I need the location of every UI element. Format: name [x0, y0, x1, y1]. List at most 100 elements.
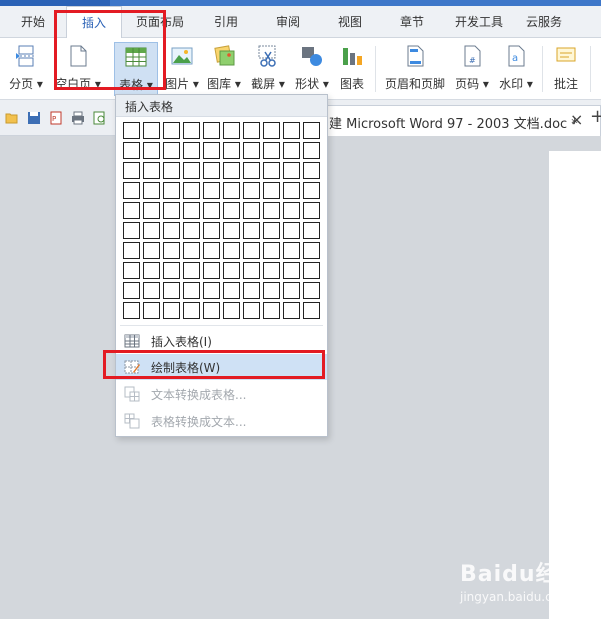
grid-cell[interactable]: [303, 162, 320, 179]
grid-cell[interactable]: [243, 162, 260, 179]
grid-cell[interactable]: [203, 162, 220, 179]
grid-cell[interactable]: [123, 202, 140, 219]
grid-cell[interactable]: [303, 142, 320, 159]
menu-item-table-to-text[interactable]: 表格转换成文本...: [116, 408, 327, 434]
grid-cell[interactable]: [163, 182, 180, 199]
comment-button[interactable]: 批注: [548, 42, 584, 96]
grid-cell[interactable]: [143, 222, 160, 239]
grid-cell[interactable]: [243, 222, 260, 239]
grid-cell[interactable]: [243, 122, 260, 139]
grid-cell[interactable]: [163, 302, 180, 319]
save-icon[interactable]: [27, 111, 41, 125]
grid-cell[interactable]: [263, 262, 280, 279]
grid-cell[interactable]: [223, 282, 240, 299]
print-icon[interactable]: [71, 111, 85, 125]
tab-review[interactable]: 审阅: [264, 6, 312, 38]
grid-cell[interactable]: [263, 302, 280, 319]
export-pdf-icon[interactable]: P: [49, 111, 63, 125]
tab-references[interactable]: 引用: [202, 6, 250, 38]
grid-cell[interactable]: [223, 242, 240, 259]
grid-cell[interactable]: [283, 242, 300, 259]
grid-cell[interactable]: [283, 222, 300, 239]
tab-developer[interactable]: 开发工具: [448, 6, 510, 38]
grid-cell[interactable]: [223, 202, 240, 219]
menu-item-text-to-table[interactable]: 文本转换成表格...: [116, 381, 327, 407]
grid-cell[interactable]: [223, 222, 240, 239]
grid-cell[interactable]: [243, 262, 260, 279]
grid-cell[interactable]: [203, 202, 220, 219]
grid-cell[interactable]: [143, 302, 160, 319]
grid-cell[interactable]: [303, 222, 320, 239]
grid-cell[interactable]: [243, 282, 260, 299]
picture-button[interactable]: 图片 ▾: [162, 42, 202, 96]
grid-cell[interactable]: [123, 182, 140, 199]
new-tab-icon[interactable]: +: [590, 106, 601, 127]
page-number-button[interactable]: # 页码 ▾: [452, 42, 492, 96]
grid-cell[interactable]: [163, 262, 180, 279]
grid-cell[interactable]: [303, 122, 320, 139]
chart-button[interactable]: 图表: [334, 42, 370, 96]
grid-cell[interactable]: [203, 282, 220, 299]
grid-cell[interactable]: [263, 142, 280, 159]
grid-cell[interactable]: [163, 242, 180, 259]
grid-cell[interactable]: [203, 122, 220, 139]
grid-cell[interactable]: [183, 202, 200, 219]
grid-cell[interactable]: [263, 162, 280, 179]
grid-cell[interactable]: [303, 202, 320, 219]
grid-cell[interactable]: [183, 142, 200, 159]
grid-cell[interactable]: [263, 242, 280, 259]
grid-cell[interactable]: [123, 222, 140, 239]
grid-cell[interactable]: [303, 282, 320, 299]
grid-cell[interactable]: [203, 222, 220, 239]
grid-cell[interactable]: [123, 282, 140, 299]
grid-cell[interactable]: [283, 202, 300, 219]
document-tab[interactable]: 建 Microsoft Word 97 - 2003 文档.doc * ×: [326, 105, 601, 136]
grid-cell[interactable]: [223, 302, 240, 319]
grid-cell[interactable]: [123, 122, 140, 139]
grid-cell[interactable]: [263, 282, 280, 299]
grid-cell[interactable]: [243, 242, 260, 259]
grid-cell[interactable]: [203, 262, 220, 279]
grid-cell[interactable]: [223, 182, 240, 199]
grid-cell[interactable]: [143, 142, 160, 159]
grid-cell[interactable]: [283, 282, 300, 299]
watermark-button[interactable]: a 水印 ▾: [496, 42, 536, 96]
grid-cell[interactable]: [163, 162, 180, 179]
grid-cell[interactable]: [183, 162, 200, 179]
grid-cell[interactable]: [303, 242, 320, 259]
tab-cloud-service[interactable]: 云服务: [520, 6, 568, 38]
grid-cell[interactable]: [163, 222, 180, 239]
grid-cell[interactable]: [243, 142, 260, 159]
tab-view[interactable]: 视图: [326, 6, 374, 38]
gallery-button[interactable]: 图库 ▾: [204, 42, 244, 96]
grid-cell[interactable]: [163, 142, 180, 159]
grid-cell[interactable]: [203, 302, 220, 319]
grid-cell[interactable]: [243, 202, 260, 219]
grid-cell[interactable]: [183, 302, 200, 319]
grid-cell[interactable]: [283, 162, 300, 179]
grid-cell[interactable]: [263, 122, 280, 139]
grid-cell[interactable]: [163, 122, 180, 139]
header-footer-button[interactable]: 页眉和页脚: [382, 42, 448, 96]
shapes-button[interactable]: 形状 ▾: [292, 42, 332, 96]
grid-cell[interactable]: [283, 142, 300, 159]
grid-cell[interactable]: [283, 122, 300, 139]
grid-cell[interactable]: [263, 182, 280, 199]
tab-chapter[interactable]: 章节: [388, 6, 436, 38]
grid-cell[interactable]: [263, 202, 280, 219]
grid-cell[interactable]: [183, 262, 200, 279]
grid-cell[interactable]: [143, 262, 160, 279]
grid-cell[interactable]: [203, 242, 220, 259]
grid-cell[interactable]: [223, 142, 240, 159]
grid-cell[interactable]: [163, 202, 180, 219]
grid-cell[interactable]: [283, 262, 300, 279]
grid-cell[interactable]: [183, 122, 200, 139]
grid-cell[interactable]: [223, 162, 240, 179]
grid-cell[interactable]: [143, 282, 160, 299]
table-size-grid[interactable]: [123, 122, 323, 322]
grid-cell[interactable]: [303, 302, 320, 319]
grid-cell[interactable]: [123, 162, 140, 179]
grid-cell[interactable]: [203, 182, 220, 199]
grid-cell[interactable]: [143, 162, 160, 179]
page-break-button[interactable]: 分页 ▾: [4, 42, 48, 96]
